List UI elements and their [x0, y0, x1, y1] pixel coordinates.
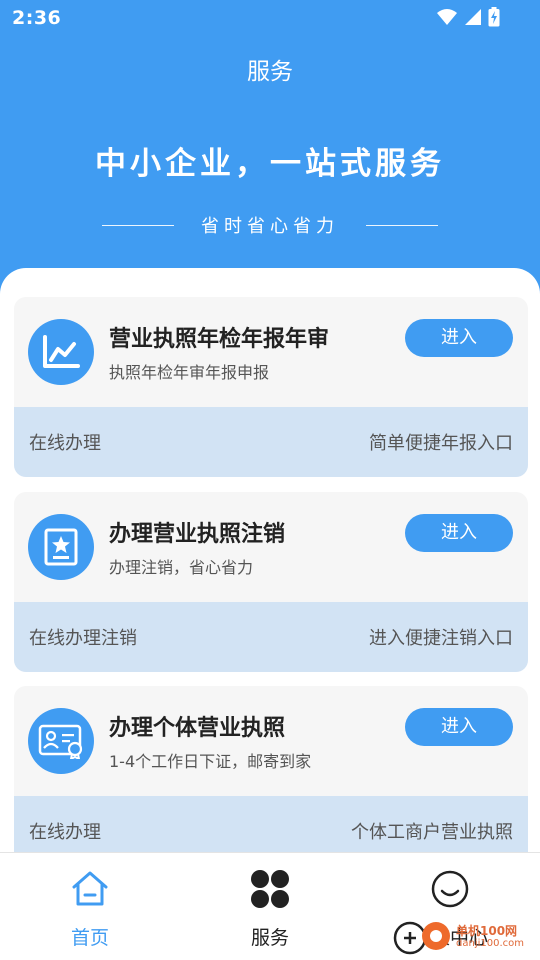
card-footer[interactable]: 在线办理 简单便捷年报入口 — [14, 407, 528, 477]
card-header: 办理营业执照注销 办理注销，省心省力 进入 — [14, 492, 528, 602]
watermark-url: danji100.com — [456, 938, 524, 949]
card-title: 办理营业执照注销 — [109, 522, 286, 547]
hero-heading: 中小企业，一站式服务 — [95, 146, 445, 182]
card-title: 办理个体营业执照 — [109, 716, 286, 741]
enter-button[interactable]: 进入 — [405, 319, 513, 357]
card-subtitle: 1-4个工作日下证，邮寄到家 — [109, 752, 312, 771]
nav-item-service[interactable]: 服务 — [180, 853, 360, 960]
status-time: 2:36 — [12, 7, 62, 29]
card-footer[interactable]: 在线办理注销 进入便捷注销入口 — [14, 602, 528, 672]
card-subtitle: 执照年检年审年报申报 — [109, 363, 270, 382]
nav-item-home[interactable]: 首页 — [0, 853, 180, 960]
content-sheet: 营业执照年检年报年审 执照年检年审年报申报 进入 在线办理 简单便捷年报入口 办… — [0, 268, 540, 868]
grid-icon — [251, 870, 289, 908]
card-footer-right: 个体工商户营业执照 — [351, 822, 513, 843]
smiley-icon — [431, 870, 469, 908]
card-header: 营业执照年检年报年审 执照年检年审年报申报 进入 — [14, 297, 528, 407]
battery-icon — [488, 7, 500, 27]
chart-icon — [28, 319, 94, 385]
watermark-text: 单机100网 — [456, 924, 518, 938]
card-header: 办理个体营业执照 1-4个工作日下证，邮寄到家 进入 — [14, 686, 528, 796]
status-icons — [436, 7, 500, 27]
id-card-icon — [28, 708, 94, 774]
card-subtitle: 办理注销，省心省力 — [109, 558, 254, 577]
certificate-icon — [28, 514, 94, 580]
enter-button[interactable]: 进入 — [405, 708, 513, 746]
hero-subheading-row: 省时省心省力 — [102, 212, 438, 238]
signal-icon — [465, 9, 481, 25]
card-footer-right: 进入便捷注销入口 — [369, 628, 513, 649]
wifi-icon — [437, 9, 457, 25]
watermark-logo: 单机100网 danji100.com — [392, 916, 538, 956]
hero-subheading: 省时省心省力 — [201, 216, 339, 237]
card-footer-left: 在线办理 — [29, 433, 101, 454]
status-bar: 2:36 — [0, 0, 540, 36]
nav-label: 服务 — [250, 927, 289, 949]
divider-line-left — [102, 224, 174, 226]
card-title: 营业执照年检年报年审 — [109, 327, 330, 352]
card-footer-left: 在线办理 — [29, 822, 101, 843]
service-card-license-cancellation: 办理营业执照注销 办理注销，省心省力 进入 在线办理注销 进入便捷注销入口 — [14, 492, 528, 672]
card-footer-left: 在线办理注销 — [29, 628, 137, 649]
enter-button[interactable]: 进入 — [405, 514, 513, 552]
page-title: 服务 — [247, 59, 293, 85]
watermark-plus-icon — [393, 921, 450, 955]
home-icon — [72, 871, 108, 906]
service-card-individual-license: 办理个体营业执照 1-4个工作日下证，邮寄到家 进入 在线办理 个体工商户营业执… — [14, 686, 528, 866]
nav-label: 首页 — [70, 927, 109, 949]
divider-line-right — [366, 224, 438, 226]
service-card-annual-report: 营业执照年检年报年审 执照年检年审年报申报 进入 在线办理 简单便捷年报入口 — [14, 297, 528, 477]
card-footer-right: 简单便捷年报入口 — [369, 433, 513, 454]
